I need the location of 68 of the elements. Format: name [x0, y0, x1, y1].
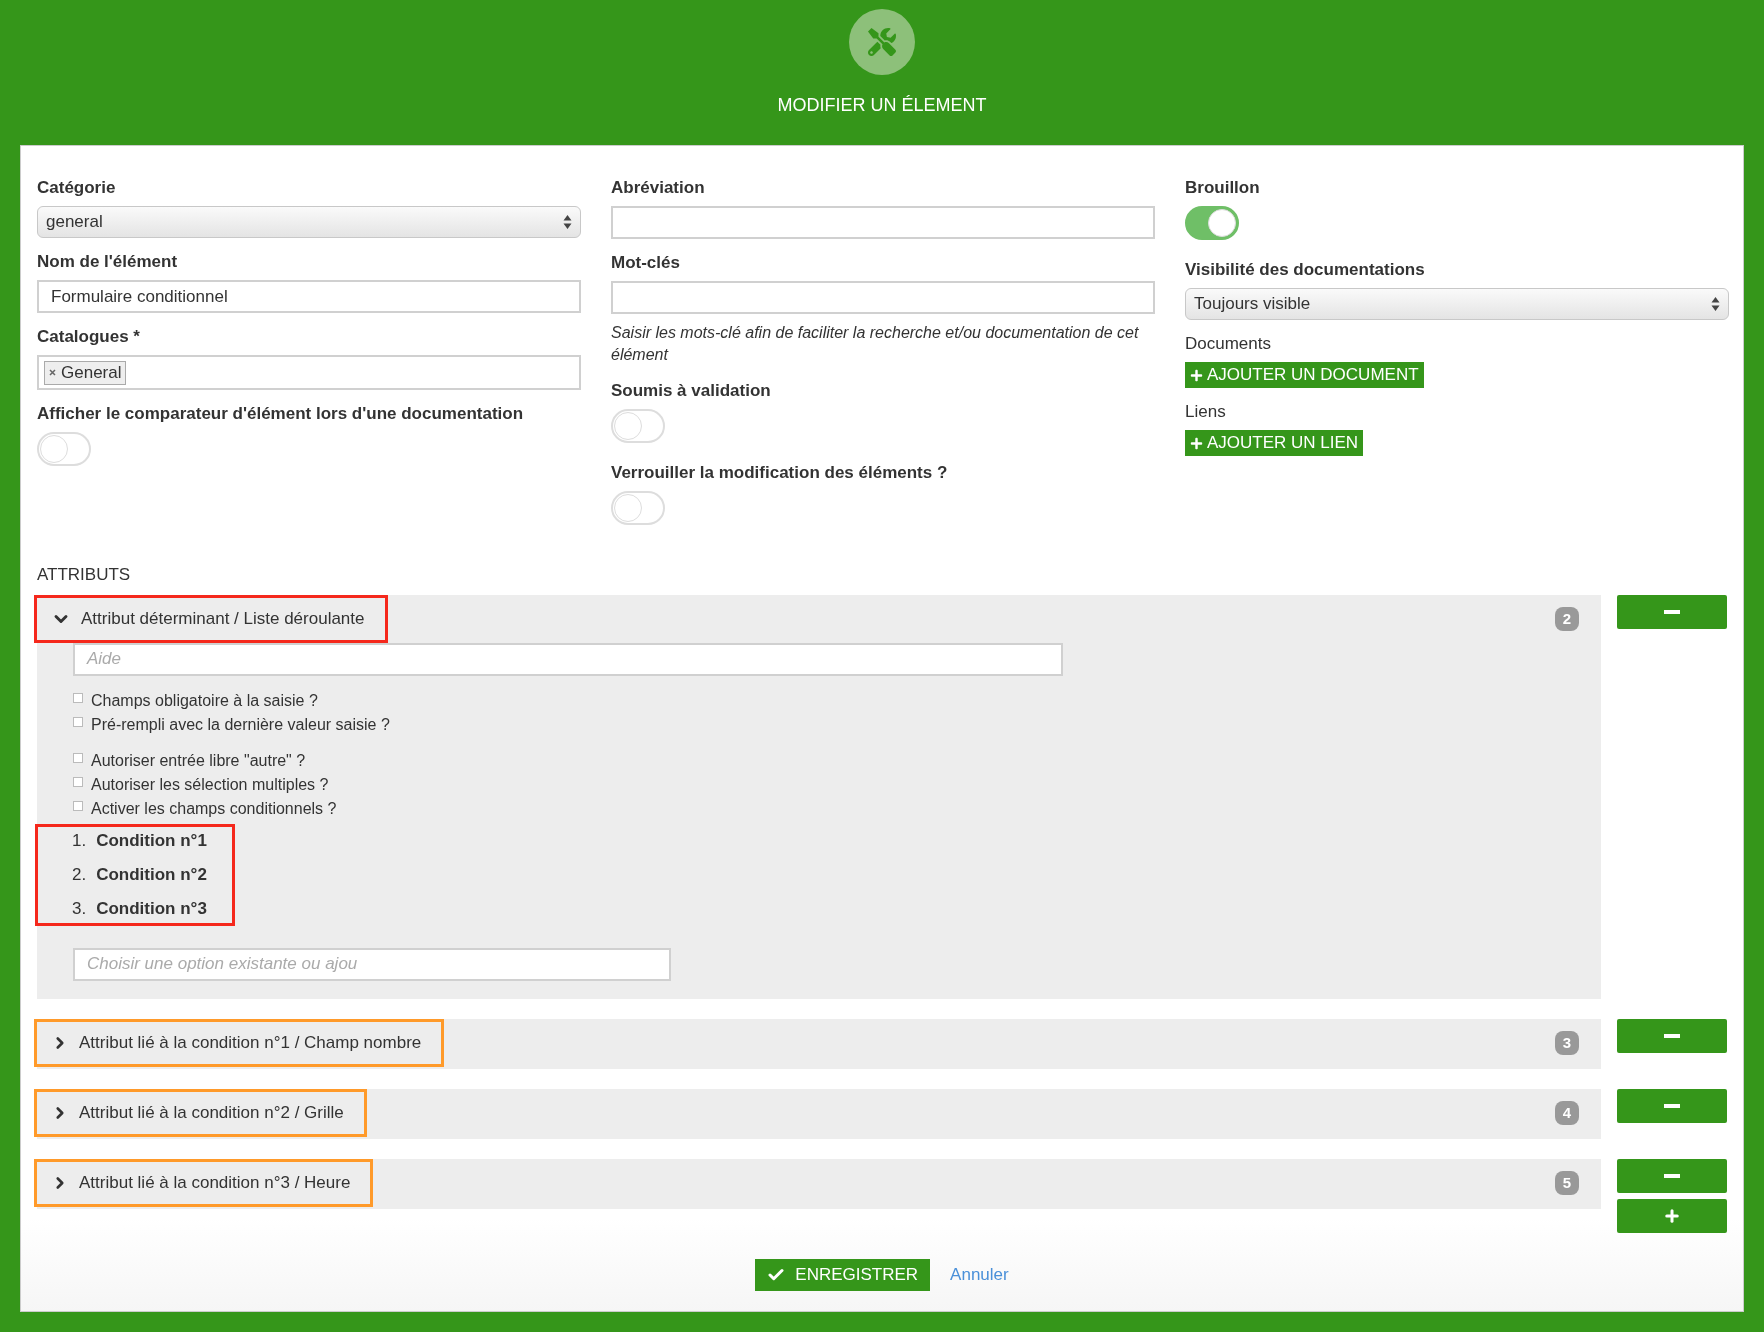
checkbox-option[interactable]: Activer les champs conditionnels ?: [73, 799, 1601, 818]
count-badge: 2: [1555, 606, 1579, 631]
plus-icon: [1663, 1206, 1681, 1225]
save-button[interactable]: ENREGISTRER: [755, 1258, 931, 1291]
add-button[interactable]: AJOUTER UN DOCUMENT: [1185, 362, 1424, 388]
section-heading: ATTRIBUTS: [37, 564, 132, 585]
condition-label: Condition n°1: [96, 830, 207, 851]
remove-icon[interactable]: [49, 369, 56, 376]
count-badge: 4: [1555, 1100, 1579, 1125]
count-badge: 5: [1555, 1170, 1579, 1195]
field-label: Visibilité des documentations: [1185, 260, 1426, 280]
checkbox[interactable]: [73, 776, 83, 787]
field-label: Afficher le comparateur d'élément lors d'une documentation: [37, 404, 525, 424]
list-number: 1.: [72, 830, 87, 851]
field-label: Soumis à validation: [611, 380, 772, 401]
remove-button[interactable]: [1617, 1158, 1727, 1193]
toggle-switch[interactable]: [611, 408, 665, 443]
tags-field[interactable]: General: [37, 355, 581, 390]
remove-button[interactable]: [1617, 1018, 1727, 1053]
attribute-header[interactable]: Attribut lié à la condition n°3 / Heure: [34, 1158, 374, 1207]
add-button[interactable]: [1617, 1198, 1727, 1233]
input-field[interactable]: Formulaire conditionnel: [37, 280, 581, 313]
remove-button[interactable]: [1617, 594, 1727, 629]
select-field[interactable]: Toujours visible: [1185, 288, 1729, 320]
select-arrows-icon: [1711, 296, 1720, 312]
checkbox-option[interactable]: Autoriser les sélection multiples ?: [73, 775, 1601, 794]
field-label: Documents: [1185, 334, 1272, 354]
checkbox-option[interactable]: Champs obligatoire à la saisie ?: [73, 691, 1601, 710]
condition-label: Condition n°2: [96, 864, 207, 885]
add-button[interactable]: AJOUTER UN LIEN: [1185, 430, 1364, 456]
attribute-header[interactable]: Attribut lié à la condition n°1 / Champ nombre: [34, 1018, 445, 1067]
list-number: 2.: [72, 864, 87, 885]
input-field[interactable]: [611, 206, 1155, 239]
select-arrows-icon: [563, 214, 572, 230]
toggle-switch[interactable]: [1185, 206, 1239, 240]
catalogue-tag: General: [44, 360, 127, 385]
minus-icon: [1664, 1173, 1680, 1178]
minus-icon: [1664, 1033, 1680, 1038]
attribute-header[interactable]: Attribut déterminant / Liste déroulante: [34, 594, 388, 643]
field-label: Mot-clés: [611, 253, 681, 273]
minus-icon: [1664, 1103, 1680, 1108]
count-badge: 3: [1555, 1030, 1579, 1055]
toggle-switch[interactable]: [611, 490, 665, 525]
plus-icon: [1190, 436, 1203, 450]
list-number: 3.: [72, 898, 87, 919]
field-label: Liens: [1185, 402, 1227, 422]
field-hint: Saisir les mots-clé afin de faciliter la recherche et/ou documentation de cet élément: [611, 323, 1140, 366]
field-label: Catalogues *: [37, 327, 141, 347]
field-label: Brouillon: [1185, 178, 1261, 198]
attribute-header[interactable]: Attribut lié à la condition n°2 / Grille: [34, 1088, 367, 1137]
condition-label: Condition n°3: [96, 898, 207, 919]
field-label: Nom de l'élément: [37, 252, 179, 272]
checkbox[interactable]: [73, 752, 83, 763]
plus-icon: [1190, 368, 1203, 382]
checkbox[interactable]: [73, 692, 83, 703]
checkbox-option[interactable]: Pré-rempli avec la dernière valeur saisie ?: [73, 715, 1601, 734]
minus-icon: [1664, 609, 1680, 614]
input-field[interactable]: [611, 281, 1155, 314]
field-label: Abréviation: [611, 178, 706, 198]
checkbox[interactable]: [73, 800, 83, 811]
checkbox[interactable]: [73, 716, 83, 727]
select-field[interactable]: general: [37, 206, 581, 238]
page-title: MODIFIER UN ÉLEMENT: [777, 95, 987, 116]
remove-button[interactable]: [1617, 1088, 1727, 1123]
toggle-switch[interactable]: [37, 432, 91, 466]
field-label: Verrouiller la modification des éléments ?: [611, 462, 949, 483]
checkbox-option[interactable]: Autoriser entrée libre "autre" ?: [73, 751, 1601, 770]
field-label: Catégorie: [37, 178, 117, 198]
